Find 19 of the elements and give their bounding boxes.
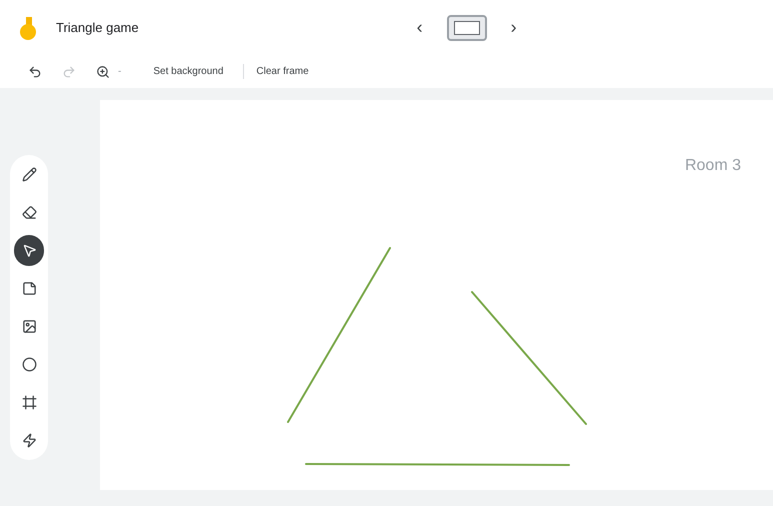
zoom-icon[interactable] <box>96 64 110 78</box>
next-frame-button[interactable]: › <box>502 14 525 41</box>
frame-icon <box>22 395 36 410</box>
frame-thumbnail[interactable] <box>446 14 487 40</box>
toolbar-button[interactable]: Clear frame <box>243 64 309 79</box>
circle-icon <box>22 357 36 372</box>
select-tool-button[interactable] <box>14 235 44 266</box>
document-title: Triangle game <box>56 18 139 37</box>
undo-icon[interactable] <box>28 64 42 78</box>
logo-icon <box>18 14 38 40</box>
lightning-icon <box>22 433 36 448</box>
pencil-icon <box>22 167 36 182</box>
note-icon <box>22 281 36 296</box>
eraser-icon <box>22 205 36 220</box>
toolbar-button[interactable]: Set background <box>141 64 224 79</box>
cursor-icon <box>22 243 36 258</box>
previous-frame-button[interactable]: ‹ <box>408 14 431 41</box>
image-icon <box>22 319 36 334</box>
room-label: Room 3 <box>684 156 741 176</box>
